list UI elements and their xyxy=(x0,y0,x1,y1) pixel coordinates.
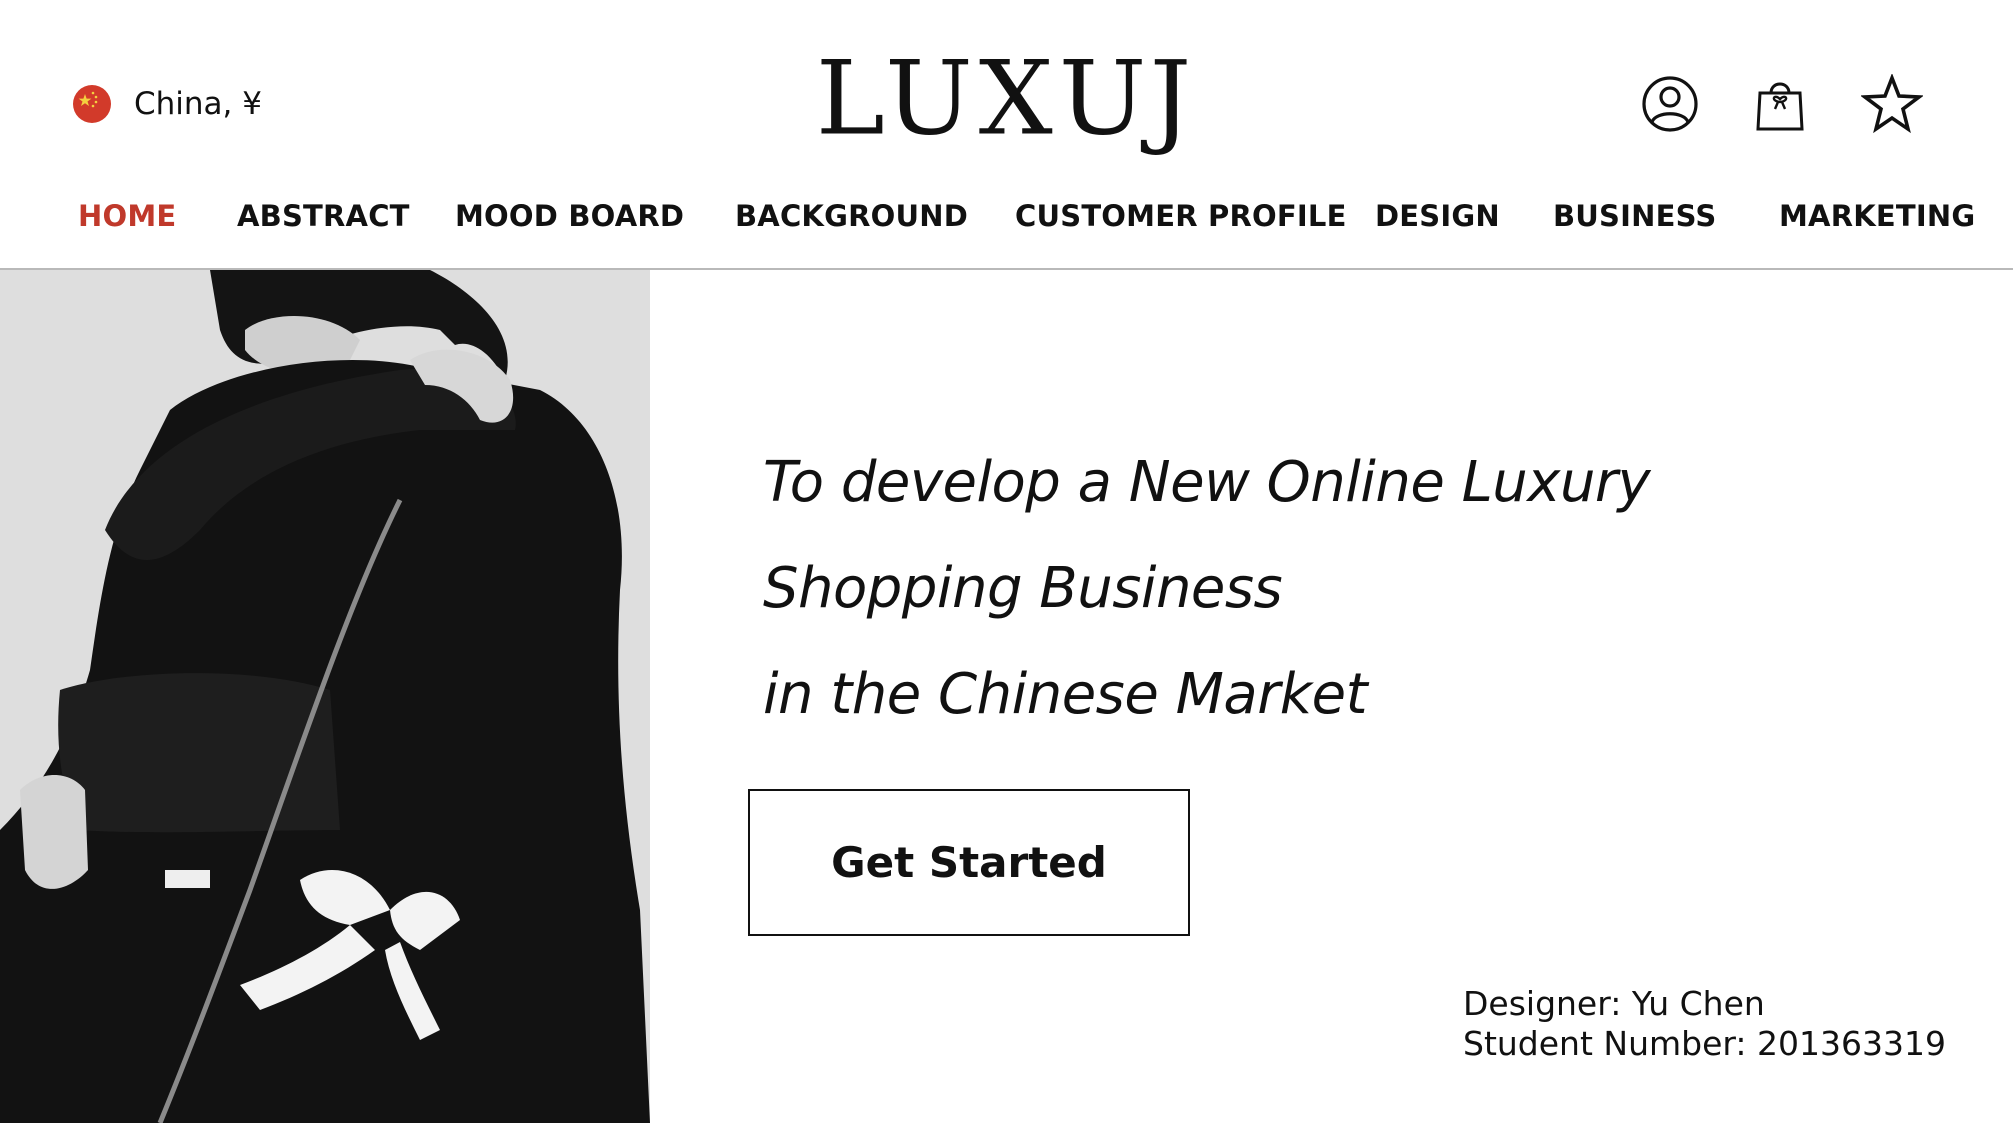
nav-item-background[interactable]: BACKGROUND xyxy=(735,196,968,236)
designer-name: Designer: Yu Chen xyxy=(1463,984,1765,1023)
account-icon[interactable] xyxy=(1641,75,1699,133)
nav-item-customer-profile[interactable]: CUSTOMER PROFILE xyxy=(1015,196,1347,236)
nav-item-business[interactable]: BUSINESS xyxy=(1553,196,1716,236)
nav-item-marketing[interactable]: MARKETING xyxy=(1779,196,1975,236)
designer-credits: Designer: Yu Chen Student Number: 201363… xyxy=(1463,984,1946,1064)
hero-image xyxy=(0,270,650,1123)
nav-item-design[interactable]: DESIGN xyxy=(1375,196,1500,236)
student-number: Student Number: 201363319 xyxy=(1463,1024,1946,1063)
hero-headline-line: To develop a New Online Luxury xyxy=(763,450,1651,515)
hero-headline-line: Shopping Business xyxy=(763,556,1283,621)
star-icon[interactable] xyxy=(1861,74,1923,134)
hero-headline: To develop a New Online Luxury Shopping … xyxy=(763,430,1651,748)
shopping-bag-icon[interactable] xyxy=(1754,75,1806,133)
nav-item-abstract[interactable]: ABSTRACT xyxy=(237,196,410,236)
header-actions xyxy=(1641,72,1923,136)
nav-item-mood-board[interactable]: MOOD BOARD xyxy=(455,196,684,236)
nav-item-home[interactable]: HOME xyxy=(78,196,176,236)
hero-headline-line: in the Chinese Market xyxy=(763,662,1368,727)
get-started-button[interactable]: Get Started xyxy=(748,789,1190,936)
